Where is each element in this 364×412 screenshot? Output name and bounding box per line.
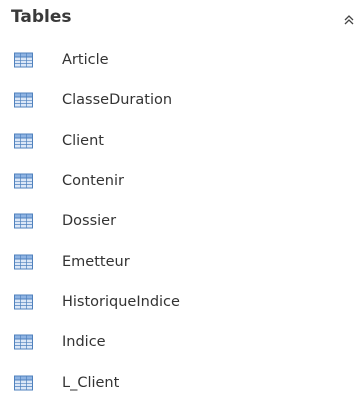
list-item[interactable]: Indice (0, 322, 364, 362)
list-item-label: Emetteur (62, 253, 130, 270)
list-item[interactable]: HistoriqueIndice (0, 282, 364, 322)
table-icon (14, 375, 33, 391)
list-item-label: Client (62, 132, 104, 149)
table-icon (14, 133, 33, 149)
table-icon (14, 294, 33, 310)
table-list: Article ClasseDuration Client Contenir Dossi… (0, 40, 364, 403)
list-item-label: ClasseDuration (62, 92, 173, 109)
list-item-label: Dossier (62, 213, 117, 230)
list-item-label: Indice (62, 334, 106, 351)
group-header-tables[interactable]: Tables (0, 4, 364, 34)
list-item[interactable]: Contenir (0, 161, 364, 201)
list-item[interactable]: Client (0, 121, 364, 161)
table-icon (14, 213, 33, 229)
table-icon (14, 334, 33, 350)
group-title: Tables (11, 7, 72, 27)
list-item-label: Article (62, 52, 109, 69)
chevron-double-up-icon[interactable] (341, 12, 357, 28)
list-item[interactable]: Emetteur (0, 241, 364, 281)
table-icon (14, 254, 33, 270)
navigation-pane: Tables Article ClasseDuration Client Conten… (0, 0, 364, 412)
list-item[interactable]: Dossier (0, 201, 364, 241)
list-item-label: L_Client (62, 374, 120, 391)
table-icon (14, 92, 33, 108)
list-item-label: HistoriqueIndice (62, 293, 180, 310)
list-item-label: Contenir (62, 173, 124, 190)
list-item[interactable]: ClasseDuration (0, 80, 364, 120)
table-icon (14, 173, 33, 189)
list-item[interactable]: L_Client (0, 362, 364, 402)
list-item[interactable]: Article (0, 40, 364, 80)
table-icon (14, 52, 33, 68)
